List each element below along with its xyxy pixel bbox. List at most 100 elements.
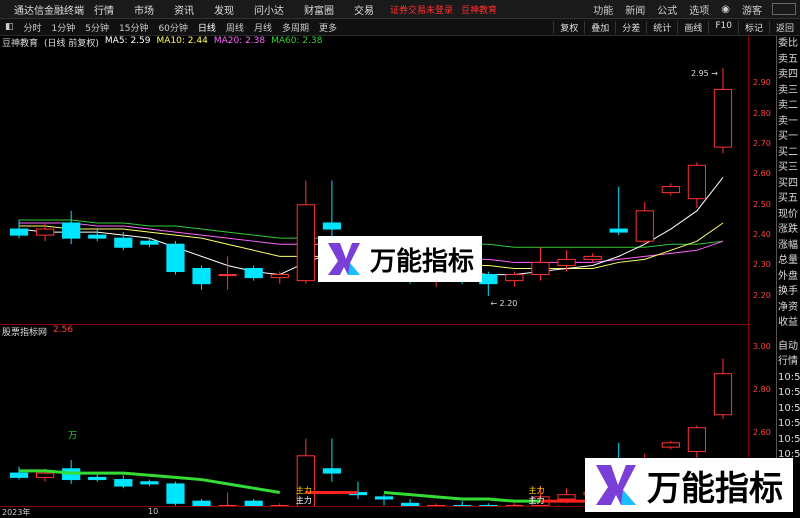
tab-period-1[interactable]: 1分钟: [47, 21, 81, 34]
tick-tab-auto[interactable]: 自动: [777, 339, 800, 355]
signal-zhuli: 主力: [528, 485, 544, 495]
ind-candle-body: [9, 472, 29, 478]
button-back[interactable]: 返回: [768, 20, 800, 34]
candle-body: [36, 228, 55, 236]
tab-period-8[interactable]: 多周期: [277, 21, 314, 34]
user-icon[interactable]: ◉: [715, 4, 736, 15]
watermark-banner-2: 万能指标: [585, 458, 793, 512]
menu-quotes[interactable]: 行情: [84, 2, 124, 17]
ind-candle-body: [140, 481, 159, 485]
tick-time: 10:5: [778, 371, 800, 383]
ind-candle-body: [557, 494, 576, 500]
ind-candle-body: [322, 468, 341, 474]
tab-period-6[interactable]: 周线: [221, 21, 249, 34]
tab-period-3[interactable]: 15分钟: [114, 21, 153, 34]
quote-label: 涨跌: [778, 224, 798, 235]
login-warning[interactable]: 证券交易未登录: [390, 3, 453, 16]
price-tick: 2.80: [753, 108, 771, 118]
ind-candle-body: [114, 479, 133, 487]
ind-candle-body: [661, 442, 680, 448]
period-tabbar: ◧ 分时 1分钟 5分钟 15分钟 60分钟 日线 周线 月线 多周期 更多 复…: [0, 19, 800, 36]
button-draw[interactable]: 画线: [677, 20, 708, 34]
candle-body: [557, 258, 576, 266]
candle-body: [687, 164, 706, 200]
watermark-banner: 万能指标: [318, 236, 482, 282]
menu-trade[interactable]: 交易: [344, 2, 384, 17]
menu-news-right[interactable]: 新闻: [619, 2, 651, 17]
date-year: 2023年: [2, 508, 31, 517]
ind-candle-body: [713, 373, 733, 416]
tab-period-daily[interactable]: 日线: [193, 21, 221, 34]
tab-period-4[interactable]: 60分钟: [153, 21, 192, 34]
quote-panel: 委比 卖五 卖四 卖三 卖二 卖一 买一 买二 买三 买四 买五 现价 涨跌 涨…: [776, 36, 800, 506]
ind-candle-body: [374, 496, 394, 500]
quote-label: 卖三: [778, 84, 798, 96]
candle-body: [9, 228, 29, 236]
indicator-tick: 3.00: [753, 341, 771, 351]
price-tick: 2.60: [753, 169, 771, 179]
indicator-tick: 2.60: [753, 428, 771, 438]
sidebar-toggle-icon[interactable]: ◧: [0, 22, 19, 32]
menu-news[interactable]: 资讯: [164, 2, 204, 17]
quote-label: 卖四: [778, 69, 798, 80]
candle-body: [505, 274, 524, 282]
button-overlay[interactable]: 叠加: [584, 20, 615, 34]
button-stats[interactable]: 统计: [646, 20, 677, 34]
tab-period-2[interactable]: 5分钟: [80, 21, 114, 34]
candle-body: [531, 261, 550, 276]
price-tick: 2.90: [753, 78, 771, 88]
ind-candle-body: [36, 472, 55, 478]
candle-body: [713, 88, 733, 148]
watermark-text: 万能指标: [647, 468, 783, 509]
candle-body: [62, 222, 81, 239]
candle-body: [479, 274, 498, 285]
quote-label: 卖一: [778, 115, 798, 127]
candle-body: [166, 243, 185, 273]
menu-function[interactable]: 功能: [587, 2, 619, 17]
price-tick: 2.20: [753, 290, 771, 300]
price-axis: 2.202.302.402.502.602.702.802.902.402.60…: [748, 36, 777, 506]
tick-time: 10:5: [778, 387, 800, 398]
minimize-icon[interactable]: [772, 3, 796, 15]
menu-market[interactable]: 市场: [124, 2, 164, 17]
quote-label: 净资: [778, 301, 798, 313]
menu-options[interactable]: 选项: [683, 2, 715, 17]
guest-label[interactable]: 游客: [736, 2, 768, 17]
menu-bar: 通达信金融终端 行情 市场 资讯 发现 问小达 财富圈 交易 证券交易未登录 豆…: [0, 0, 800, 19]
signal-wan: 万: [68, 432, 77, 442]
candle-body: [322, 222, 341, 230]
date-month: 10: [148, 507, 159, 516]
menu-discover[interactable]: 发现: [204, 2, 244, 17]
indicator-tick: 2.80: [753, 385, 771, 394]
watermark-logo-icon: [596, 465, 636, 505]
low-label: ← 2.20: [490, 299, 517, 308]
button-diff[interactable]: 分差: [615, 20, 646, 34]
signal-zhuli: 主力: [528, 495, 544, 505]
quote-label: 收益: [778, 317, 798, 328]
candle-body: [583, 255, 602, 260]
button-adjust[interactable]: 复权: [553, 20, 584, 34]
tick-time: 10:5: [778, 402, 800, 414]
watermark-logo-icon: [328, 243, 360, 275]
candle-body: [114, 237, 133, 248]
tab-period-more[interactable]: 更多: [314, 21, 342, 34]
ind-candle-body: [687, 427, 706, 452]
button-f10[interactable]: F10: [708, 20, 738, 34]
tab-period-7[interactable]: 月线: [249, 21, 277, 34]
menu-ask[interactable]: 问小达: [244, 2, 294, 17]
candle-body: [635, 210, 654, 242]
menu-wealth[interactable]: 财富圈: [294, 2, 344, 17]
button-mark[interactable]: 标记: [737, 20, 769, 34]
tab-period-0[interactable]: 分时: [19, 21, 47, 34]
quote-label: 总量: [778, 255, 798, 266]
ind-candle-body: [166, 483, 185, 504]
candle-body: [296, 204, 315, 282]
quote-label: 买三: [778, 162, 798, 173]
quote-label: 卖二: [778, 100, 798, 111]
app-title: 通达信金融终端: [14, 5, 84, 17]
ind-candle-body: [88, 476, 107, 481]
candle-body: [661, 186, 680, 194]
menu-formula[interactable]: 公式: [651, 2, 683, 17]
candle-body: [192, 268, 211, 285]
tick-tab-quote[interactable]: 行情: [777, 354, 800, 370]
